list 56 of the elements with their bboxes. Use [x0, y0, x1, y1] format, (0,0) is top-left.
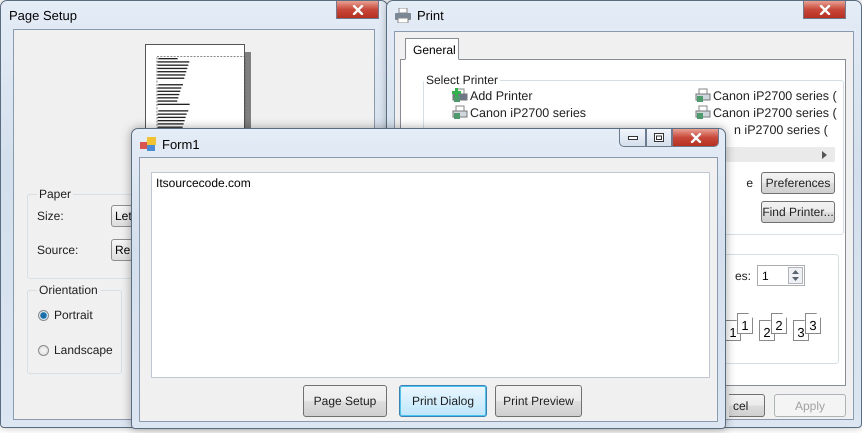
maximize-icon — [654, 133, 664, 142]
find-printer-button[interactable]: Find Printer... — [761, 201, 835, 223]
option-label: e — [746, 176, 753, 190]
printer-item[interactable]: Canon iP2700 series ( — [695, 87, 837, 104]
form-button[interactable]: Print Preview — [495, 385, 582, 417]
group-label: Select Printer — [425, 73, 500, 87]
printer-name: Canon iP2700 series ( — [713, 88, 837, 102]
text-area[interactable]: Itsourcecode.com — [151, 172, 710, 378]
preferences-button[interactable]: Preferences — [761, 172, 835, 194]
page-number: 2 — [771, 313, 787, 334]
printer-item[interactable]: Add Printer — [452, 87, 533, 104]
option-label: Portrait — [54, 308, 93, 322]
printer-icon — [452, 105, 468, 120]
orientation-option[interactable]: Portrait — [38, 308, 113, 322]
copies-label: es: — [735, 268, 752, 282]
window-title: Page Setup — [9, 8, 77, 23]
close-icon — [818, 4, 830, 14]
printer-name: Add Printer — [470, 88, 533, 102]
page-number: 1 — [737, 313, 753, 334]
form-button[interactable]: Page Setup — [303, 385, 387, 417]
printer-icon — [695, 88, 711, 103]
field-label: Size: — [37, 209, 65, 223]
copies-spinner[interactable]: 1 — [757, 265, 806, 286]
radio-button[interactable] — [38, 310, 49, 320]
group-label: Orientation — [38, 283, 99, 297]
scroll-right-icon[interactable] — [822, 150, 827, 158]
printer-item[interactable]: Canon iP2700 series ( — [695, 104, 837, 121]
spinner-arrows-icon[interactable] — [788, 267, 804, 284]
tab[interactable]: General — [405, 38, 459, 60]
window-title: Form1 — [162, 137, 200, 152]
minimize-icon — [628, 136, 638, 140]
source-dropdown[interactable]: Re — [111, 239, 131, 261]
option-label: Landscape — [54, 343, 113, 357]
field-label: Source: — [37, 243, 80, 257]
radio-button[interactable] — [38, 344, 49, 356]
size-dropdown[interactable]: Let — [111, 205, 131, 227]
form-button[interactable]: Print Dialog — [399, 385, 487, 417]
printer-name: Canon iP2700 series — [470, 106, 586, 120]
printer-name: Canon iP2700 series ( — [713, 106, 837, 120]
close-icon — [690, 132, 702, 142]
printer-icon — [695, 105, 711, 120]
add-printer-icon — [452, 88, 468, 103]
close-button[interactable] — [336, 1, 379, 19]
close-icon — [352, 4, 364, 14]
form-icon — [140, 137, 156, 152]
printer-item[interactable]: Canon iP2700 series — [452, 104, 586, 121]
close-button[interactable] — [672, 129, 719, 147]
window-title: Print — [417, 8, 444, 23]
minimize-button[interactable] — [619, 129, 646, 147]
group-label: Paper — [38, 187, 72, 201]
orientation-option[interactable]: Landscape — [38, 343, 113, 357]
printer-icon — [395, 8, 411, 23]
maximize-button[interactable] — [646, 129, 672, 147]
page-number: 3 — [805, 313, 821, 334]
dialog-button[interactable]: cel — [729, 394, 765, 417]
close-button[interactable] — [803, 1, 846, 19]
